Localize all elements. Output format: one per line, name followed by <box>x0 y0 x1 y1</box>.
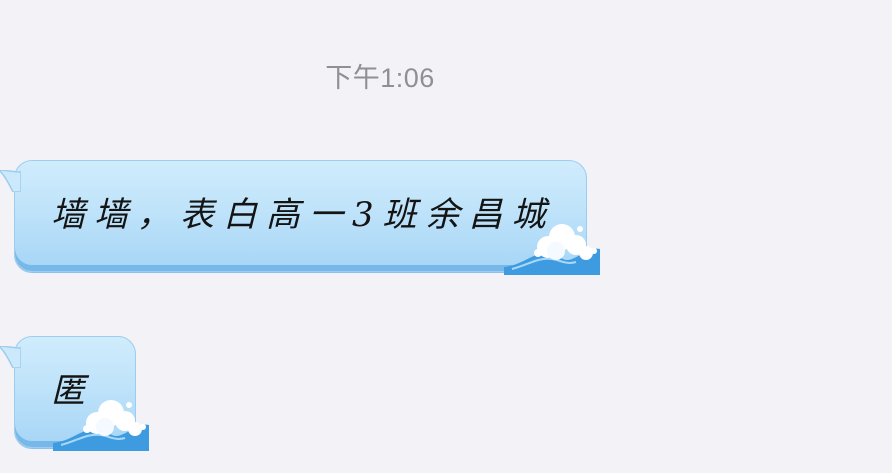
wave-icon <box>53 400 149 451</box>
message-bubble[interactable]: 匿 <box>0 336 149 451</box>
wave-icon <box>504 224 600 275</box>
message-timestamp: 下午1:06 <box>325 63 435 93</box>
message-text: 墙墙，表白高一3班余昌城 <box>51 195 555 235</box>
message-bubble[interactable]: 墙墙，表白高一3班余昌城 <box>0 160 600 275</box>
bubble-tail <box>0 346 21 368</box>
bubble-tail <box>0 170 21 192</box>
